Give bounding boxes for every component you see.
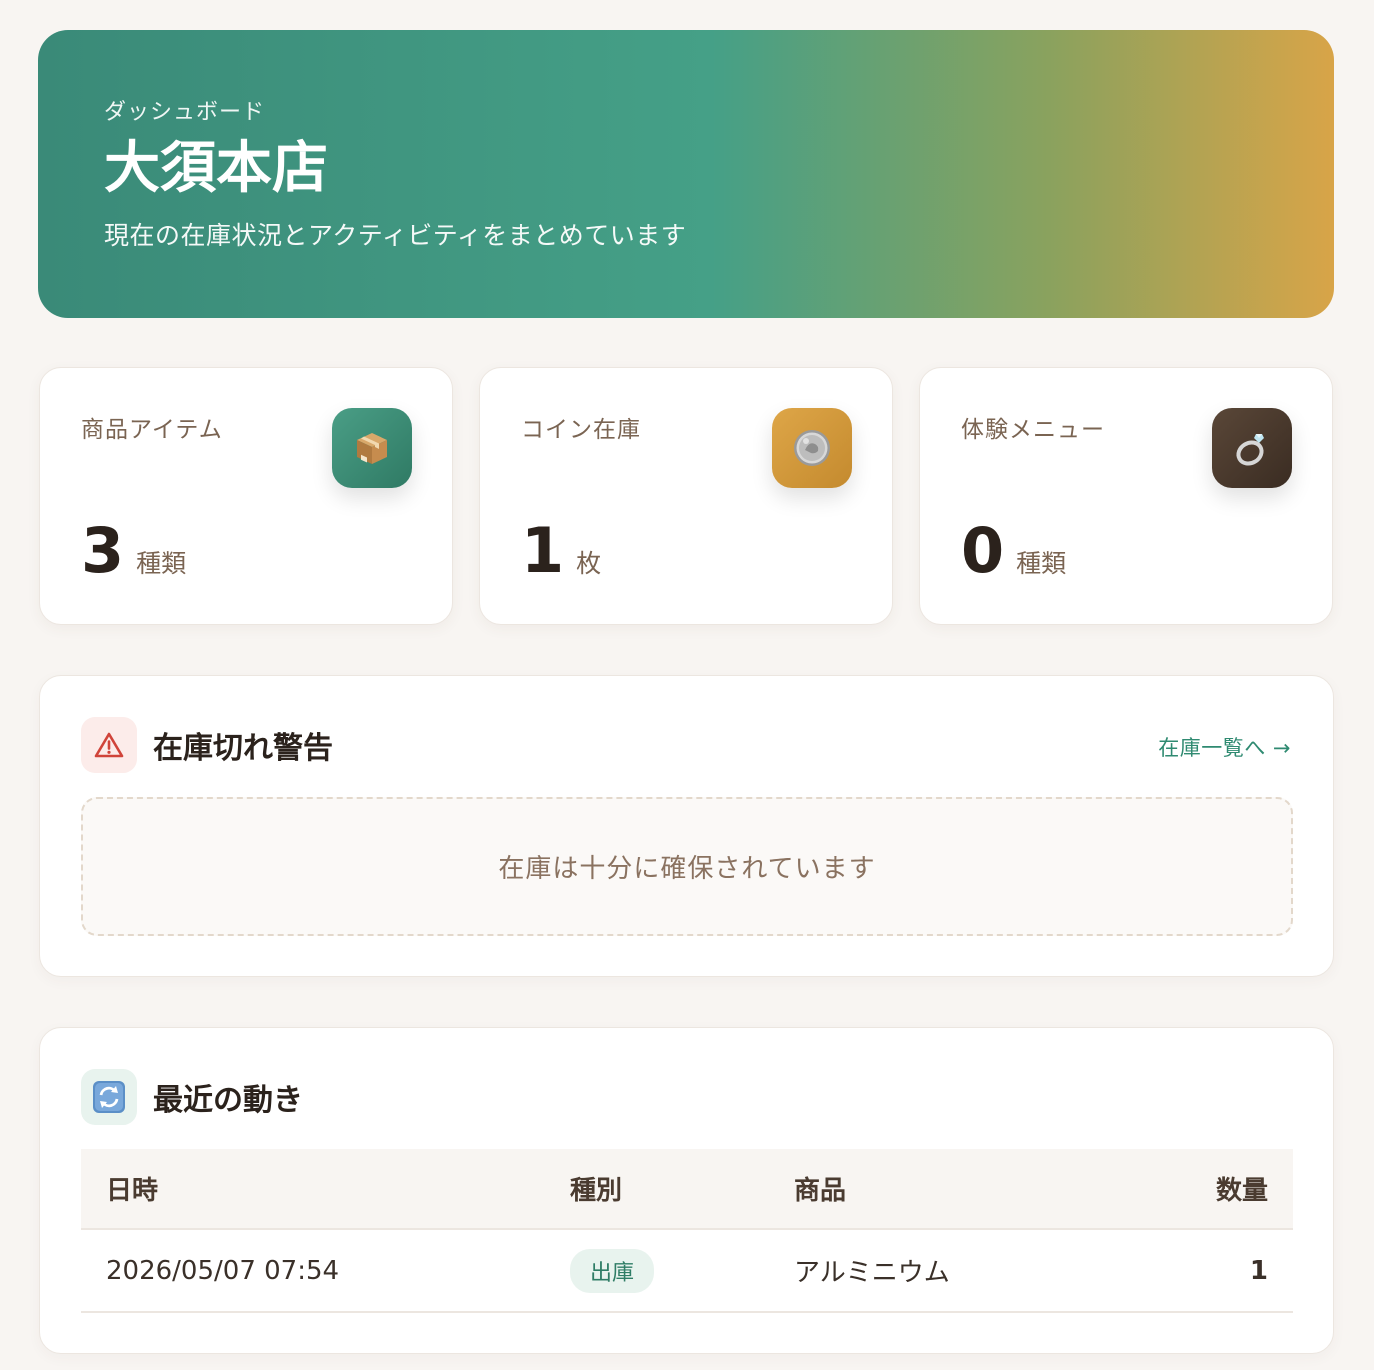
stat-label: 商品アイテム [81, 417, 223, 443]
stat-unit: 種類 [1016, 549, 1067, 578]
hero-banner: ダッシュボード 大須本店 現在の在庫状況とアクティビティをまとめています [38, 30, 1334, 318]
table-row: 2026/05/07 07:54 出庫 アルミニウム 1 [81, 1230, 1293, 1313]
panel-title: 最近の動き [153, 1083, 303, 1118]
stat-value: 0 [961, 514, 1005, 587]
recent-activity-panel: 最近の動き 日時 種別 商品 数量 2026/05/07 07:54 出庫 アル… [39, 1027, 1334, 1354]
coin-icon [772, 408, 852, 488]
cell-datetime: 2026/05/07 07:54 [106, 1255, 340, 1286]
page-subtitle: 現在の在庫状況とアクティビティをまとめています [104, 221, 687, 250]
ring-icon [1212, 408, 1292, 488]
stat-label: 体験メニュー [961, 417, 1105, 443]
warning-icon [81, 717, 137, 773]
stat-value: 1 [521, 514, 565, 587]
type-badge: 出庫 [570, 1248, 655, 1293]
stat-unit: 種類 [136, 549, 187, 578]
dashboard-page: ダッシュボード 大須本店 現在の在庫状況とアクティビティをまとめています 商品ア… [0, 0, 1374, 1370]
cell-product: アルミニウム [794, 1258, 950, 1288]
stock-alert-panel: 在庫切れ警告 在庫一覧へ → 在庫は十分に確保されています [39, 675, 1334, 977]
package-icon [332, 408, 412, 488]
inventory-list-link[interactable]: 在庫一覧へ → [1158, 732, 1291, 762]
stat-value: 3 [81, 514, 125, 587]
column-header-quantity: 数量 [1215, 1176, 1268, 1206]
activity-table: 日時 種別 商品 数量 2026/05/07 07:54 出庫 アルミニウム 1 [81, 1149, 1293, 1313]
stat-card-experiences: 体験メニュー 0 種類 [919, 367, 1333, 625]
column-header-product: 商品 [794, 1176, 847, 1206]
refresh-icon [81, 1069, 137, 1125]
column-header-type: 種別 [570, 1176, 623, 1206]
empty-state: 在庫は十分に確保されています [81, 797, 1293, 936]
stat-label: コイン在庫 [521, 417, 641, 443]
stat-card-coins: コイン在庫 1 枚 [479, 367, 893, 625]
panel-title: 在庫切れ警告 [153, 731, 333, 766]
table-header: 日時 種別 商品 数量 [81, 1149, 1293, 1230]
stat-unit: 枚 [576, 549, 602, 578]
cell-quantity: 1 [1249, 1255, 1268, 1286]
page-eyebrow: ダッシュボード [104, 100, 266, 125]
stat-card-items: 商品アイテム 3 種類 [39, 367, 453, 625]
page-title: 大須本店 [104, 136, 328, 201]
column-header-datetime: 日時 [106, 1176, 159, 1206]
